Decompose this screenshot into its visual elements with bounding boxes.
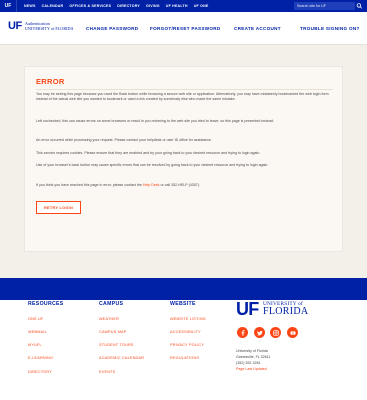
logo-subtitle: UNIVERSITY of FLORIDA — [24, 26, 74, 31]
footer-link-webmail[interactable]: WEBMAIL — [28, 330, 47, 334]
footer-link-regulations[interactable]: REGULATIONS — [170, 356, 199, 360]
authentication-logo[interactable]: UF Authentication UNIVERSITY of FLORIDA — [8, 20, 74, 32]
top-nav-uf-health[interactable]: UF HEALTH — [166, 4, 188, 8]
nav-create-account[interactable]: CREATE ACCOUNT — [234, 23, 281, 33]
footer-address-line-2: Gainesville, FL 32611 — [236, 355, 271, 359]
site-header: UF Authentication UNIVERSITY of FLORIDA … — [0, 12, 367, 45]
footer-resources-title: RESOURCES — [28, 301, 64, 307]
footer-campus-title: CAMPUS — [99, 301, 124, 307]
twitter-icon[interactable] — [254, 327, 265, 338]
error-paragraph-1: You may be seeing this page because you … — [36, 92, 329, 102]
footer-last-updated-link[interactable]: Page Last Updated — [236, 367, 267, 371]
uf-home-badge[interactable]: UF — [0, 0, 17, 12]
footer-website-title: WEBSITE — [170, 301, 196, 307]
top-nav-news[interactable]: NEWS — [24, 4, 36, 8]
nav-change-password[interactable]: CHANGE PASSWORD — [86, 23, 138, 33]
error-card: ERROR You may be seeing this page becaus… — [24, 66, 343, 252]
logo-uf-mark: UF — [8, 20, 22, 32]
footer-link-events[interactable]: EVENTS — [99, 370, 115, 374]
youtube-icon[interactable] — [287, 327, 298, 338]
footer-logo-florida: FLORIDA — [263, 306, 309, 317]
help-desk-link[interactable]: Help Desk — [143, 183, 160, 187]
error-paragraph-3: An error occurred while processing your … — [36, 138, 212, 142]
error-paragraph-4: This service requires cookies. Please en… — [36, 151, 261, 155]
footer-link-privacy-policy[interactable]: PRIVACY POLICY — [170, 343, 204, 347]
top-bar: UF NEWS CALENDAR OFFICES & SERVICES DIRE… — [0, 0, 367, 12]
top-nav-uf-one[interactable]: UF ONE — [194, 4, 209, 8]
footer-logo-uf-mark: UF — [236, 299, 259, 319]
error-title: ERROR — [36, 77, 65, 86]
site-search-input[interactable]: Search site for UF — [294, 2, 355, 10]
footer-link-academic-calendar[interactable]: ACADEMIC CALENDAR — [99, 356, 144, 360]
footer-link-e-learning[interactable]: E-LEARNING — [28, 356, 53, 360]
footer-phone: (352) 392-3261 — [236, 361, 261, 365]
footer-link-weather[interactable]: WEATHER — [99, 317, 119, 321]
footer-link-student-tours[interactable]: STUDENT TOURS — [99, 343, 134, 347]
retry-login-button[interactable]: RETRY LOGIN — [36, 201, 81, 214]
footer-link-directory[interactable]: DIRECTORY — [28, 370, 52, 374]
facebook-icon[interactable] — [237, 327, 248, 338]
search-placeholder: Search site for UF — [297, 4, 326, 8]
divider — [36, 89, 333, 90]
top-nav-calendar[interactable]: CALENDAR — [42, 4, 64, 8]
instagram-icon[interactable] — [270, 327, 281, 338]
footer-uf-logo[interactable]: UF UNIVERSITY of FLORIDA — [236, 299, 336, 320]
search-icon[interactable] — [356, 3, 363, 9]
top-nav-giving[interactable]: GIVING — [146, 4, 160, 8]
footer-link-myufl[interactable]: MYUFL — [28, 343, 42, 347]
error-paragraph-6: If you think you have reached this page … — [36, 183, 200, 187]
footer-band — [0, 278, 367, 300]
footer-address-line-1: University of Florida — [236, 349, 268, 353]
nav-trouble-signing-on[interactable]: TROUBLE SIGNING ON? — [300, 23, 360, 33]
footer-link-campus-map[interactable]: CAMPUS MAP — [99, 330, 127, 334]
top-nav: NEWS CALENDAR OFFICES & SERVICES DIRECTO… — [24, 0, 208, 12]
error-paragraph-5: Use of your browser's back button may ca… — [36, 163, 269, 167]
top-nav-directory[interactable]: DIRECTORY — [117, 4, 140, 8]
footer-link-website-listing[interactable]: WEBSITE LISTING — [170, 317, 206, 321]
error-paragraph-2: Left unchecked, this can cause errors on… — [36, 119, 274, 123]
footer-link-one-uf[interactable]: ONE.UF — [28, 317, 44, 321]
top-nav-offices[interactable]: OFFICES & SERVICES — [69, 4, 111, 8]
nav-forgot-password[interactable]: FORGOT/RESET PASSWORD — [150, 23, 221, 33]
footer-link-accessibility[interactable]: ACCESSIBILITY — [170, 330, 201, 334]
